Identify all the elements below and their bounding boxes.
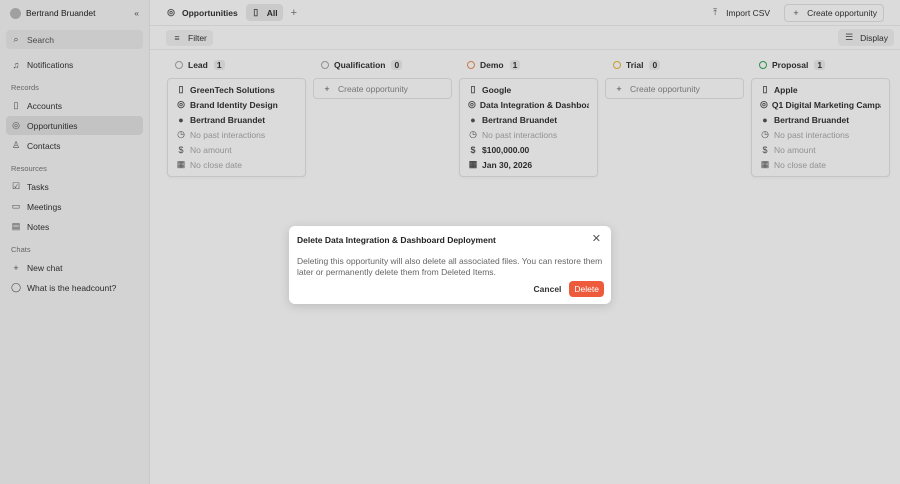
dialog-title: Delete Data Integration & Dashboard Depl… — [297, 235, 496, 245]
delete-dialog: Delete Data Integration & Dashboard Depl… — [289, 226, 611, 304]
delete-button[interactable]: Delete — [569, 281, 604, 297]
close-icon[interactable]: ✕ — [592, 234, 601, 245]
dialog-body: Deleting this opportunity will also dele… — [297, 256, 603, 277]
cancel-button[interactable]: Cancel — [534, 284, 562, 294]
